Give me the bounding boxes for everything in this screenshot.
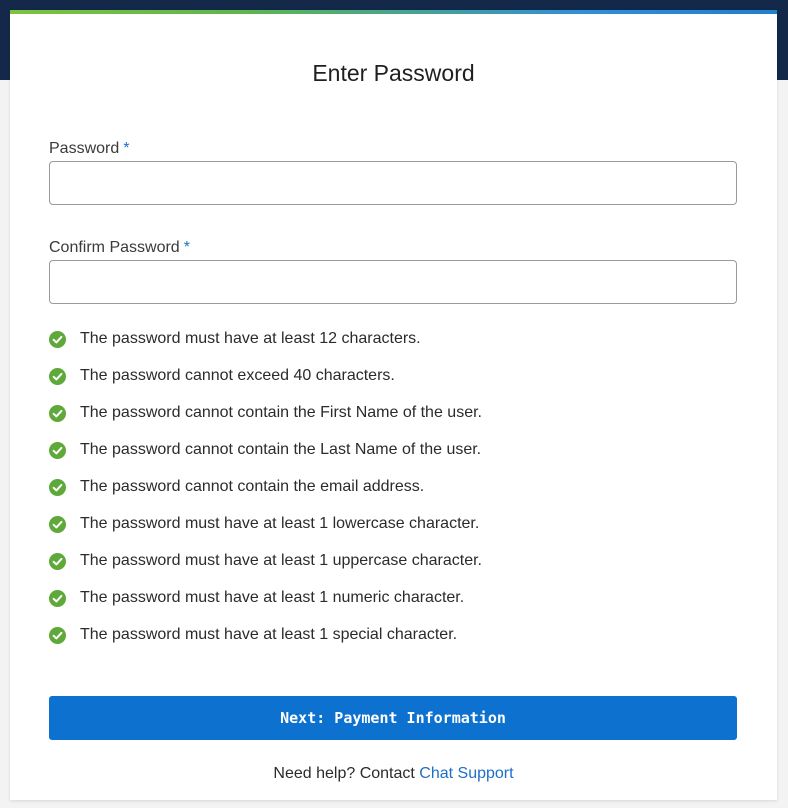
page-title: Enter Password	[312, 60, 475, 86]
rule-text: The password must have at least 12 chara…	[80, 330, 421, 347]
accent-bar	[10, 10, 777, 14]
check-circle-icon	[49, 405, 66, 422]
rule-text: The password must have at least 1 numeri…	[80, 589, 465, 606]
password-rule: The password must have at least 1 numeri…	[49, 588, 749, 625]
password-label: Password *	[49, 139, 129, 159]
required-mark: *	[123, 140, 130, 157]
check-circle-icon	[49, 627, 66, 644]
check-circle-icon	[49, 442, 66, 459]
password-rule: The password must have at least 12 chara…	[49, 329, 749, 366]
password-rule: The password cannot exceed 40 characters…	[49, 366, 749, 403]
rule-text: The password cannot contain the First Na…	[80, 404, 482, 421]
check-circle-icon	[49, 516, 66, 533]
password-label-text: Password	[49, 140, 120, 157]
password-input[interactable]	[49, 161, 737, 205]
password-rule: The password must have at least 1 specia…	[49, 625, 749, 662]
confirm-password-input[interactable]	[49, 260, 737, 304]
rule-text: The password cannot contain the email ad…	[80, 478, 425, 495]
rule-text: The password cannot exceed 40 characters…	[80, 367, 395, 384]
required-mark: *	[183, 239, 190, 256]
password-rule: The password must have at least 1 upperc…	[49, 551, 749, 588]
password-rule: The password must have at least 1 lowerc…	[49, 514, 749, 551]
rule-text: The password must have at least 1 specia…	[80, 626, 458, 643]
check-circle-icon	[49, 553, 66, 570]
confirm-password-label: Confirm Password *	[49, 238, 190, 258]
help-text: Need help? Contact Chat Support	[10, 764, 777, 784]
help-prefix: Need help? Contact	[273, 765, 415, 782]
rule-text: The password cannot contain the Last Nam…	[80, 441, 482, 458]
check-circle-icon	[49, 479, 66, 496]
next-payment-button[interactable]: Next: Payment Information	[49, 696, 737, 740]
confirm-password-label-text: Confirm Password	[49, 239, 180, 256]
check-circle-icon	[49, 590, 66, 607]
check-circle-icon	[49, 331, 66, 348]
rule-text: The password must have at least 1 lowerc…	[80, 515, 480, 532]
rule-text: The password must have at least 1 upperc…	[80, 552, 482, 569]
password-rules-list: The password must have at least 12 chara…	[49, 329, 749, 662]
chat-support-link[interactable]: Chat Support	[419, 765, 513, 782]
check-circle-icon	[49, 368, 66, 385]
password-rule: The password cannot contain the First Na…	[49, 403, 749, 440]
password-rule: The password cannot contain the Last Nam…	[49, 440, 749, 477]
password-rule: The password cannot contain the email ad…	[49, 477, 749, 514]
password-card: Enter Password Password * Confirm Passwor…	[10, 10, 777, 800]
